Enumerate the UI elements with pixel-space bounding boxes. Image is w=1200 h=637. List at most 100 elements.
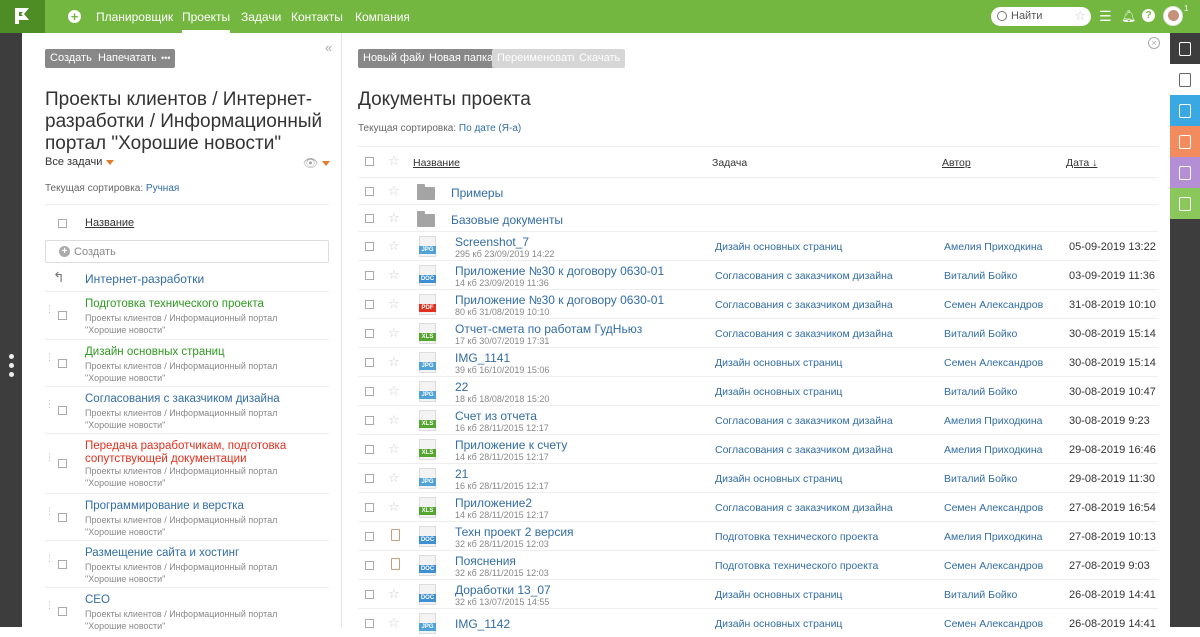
file-name[interactable]: Приложение №30 к договору 0630-01 [455,264,664,278]
file-row[interactable]: ☆ JPG IMG_1142 Дизайн основных страниц Семен… [358,608,1158,637]
file-name[interactable]: Доработки 13_07 [455,583,551,597]
row-checkbox[interactable] [365,387,374,396]
row-checkbox[interactable] [365,503,374,512]
folder-row[interactable]: ☆ Базовые документы [358,204,1158,231]
task-row[interactable]: ⋮ Подготовка технического проекта Проекты … [45,291,329,339]
task-row[interactable]: ⋮ Передача разработчикам, подготовка сопу… [45,433,329,493]
drag-handle-icon[interactable]: ⋮ [45,305,54,314]
drag-handle-icon[interactable]: ⋮ [45,554,54,563]
file-row[interactable]: ☆ JPG 22 18 кб 18/08/2018 15:20 Дизайн основ… [358,376,1158,405]
new-folder-button[interactable]: Новая папка [424,49,499,68]
parent-task-link[interactable]: Интернет-разработки [85,272,204,286]
file-author-link[interactable]: Виталий Бойко [944,589,1017,601]
file-row[interactable]: DOC Техн проект 2 версия 32 кб 28/11/2015 … [358,521,1158,550]
file-name[interactable]: Техн проект 2 версия [455,525,574,539]
file-task-link[interactable]: Дизайн основных страниц [715,589,842,601]
folder-name[interactable]: Базовые документы [451,213,563,227]
file-name[interactable]: IMG_1141 [455,351,510,365]
file-task-link[interactable]: Дизайн основных страниц [715,357,842,369]
star-icon[interactable]: ☆ [388,470,400,486]
task-title[interactable]: Программирование и верстка [85,500,320,513]
column-task-header[interactable]: Задача [712,157,747,169]
row-checkbox[interactable] [365,590,374,599]
note-attached-icon[interactable] [391,558,400,570]
right-tab-notes[interactable] [1170,157,1200,188]
file-name[interactable]: Приложение2 [455,496,532,510]
file-author-link[interactable]: Виталий Бойко [944,270,1017,282]
task-checkbox[interactable] [58,406,67,415]
file-task-link[interactable]: Согласования с заказчиком дизайна [715,299,893,311]
star-icon[interactable]: ☆ [388,383,400,399]
star-icon[interactable]: ☆ [388,210,400,226]
file-task-link[interactable]: Согласования с заказчиком дизайна [715,444,893,456]
row-checkbox[interactable] [365,358,374,367]
file-row[interactable]: ☆ JPG IMG_1141 39 кб 16/10/2019 15:06 Дизайн… [358,347,1158,376]
star-icon[interactable]: ☆ [388,183,400,199]
select-all-checkbox[interactable] [58,219,67,228]
right-tab-contacts[interactable] [1170,126,1200,157]
rename-button[interactable]: Переименовать [492,49,583,68]
task-title[interactable]: Передача разработчикам, подготовка сопут… [85,440,320,466]
file-author-link[interactable]: Виталий Бойко [944,473,1017,485]
file-row[interactable]: ☆ JPG 21 16 кб 28/11/2015 12:17 Дизайн основ… [358,463,1158,492]
task-row[interactable]: ⋮ Дизайн основных страниц Проекты клиентов… [45,339,329,386]
close-icon[interactable]: × [1148,37,1160,49]
star-icon[interactable]: ☆ [388,267,400,283]
file-author-link[interactable]: Семен Александров [944,357,1043,369]
up-level-arrow-icon[interactable]: ↰ [53,269,65,286]
task-title[interactable]: Дизайн основных страниц [85,346,320,359]
quick-add-icon[interactable]: + [68,10,81,23]
file-row[interactable]: ☆ JPG Screenshot_7 295 кб 23/09/2019 14:22 Д… [358,231,1158,260]
download-button[interactable]: Скачать [574,49,626,68]
file-author-link[interactable]: Амелия Приходкина [944,415,1043,427]
star-icon[interactable]: ☆ [388,586,400,602]
file-row[interactable]: ☆ XLS Приложение2 14 кб 28/11/2015 12:17 Сог… [358,492,1158,521]
file-author-link[interactable]: Виталий Бойко [944,386,1017,398]
task-checkbox[interactable] [58,459,67,468]
drag-handle-icon[interactable]: ⋮ [45,453,54,462]
help-icon[interactable]: ? [1142,9,1155,22]
folder-row[interactable]: ☆ Примеры [358,177,1158,204]
file-row[interactable]: DOC Пояснения 32 кб 28/11/2015 12:03 Подгот… [358,550,1158,579]
column-name-header[interactable]: Название [85,217,134,229]
star-icon[interactable]: ☆ [388,412,400,428]
row-checkbox[interactable] [365,242,374,251]
sort-value-link[interactable]: Ручная [146,183,179,194]
row-checkbox[interactable] [365,214,374,223]
row-checkbox[interactable] [365,329,374,338]
task-row[interactable]: ⋮ Программирование и верстка Проекты клиен… [45,493,329,540]
row-checkbox[interactable] [365,561,374,570]
file-task-link[interactable]: Согласования с заказчиком дизайна [715,328,893,340]
row-checkbox[interactable] [365,187,374,196]
task-row[interactable]: ⋮ СЕО Проекты клиентов / Информационный по… [45,587,329,637]
print-button[interactable]: Напечатать [93,49,162,68]
file-task-link[interactable]: Согласования с заказчиком дизайна [715,270,893,282]
star-icon[interactable]: ☆ [388,441,400,457]
file-author-link[interactable]: Семен Александров [944,560,1043,572]
file-name[interactable]: Приложение к счету [455,438,567,452]
row-checkbox[interactable] [365,416,374,425]
favorite-star-icon[interactable]: ☆ [1074,8,1086,24]
file-task-link[interactable]: Согласования с заказчиком дизайна [715,415,893,427]
folder-name[interactable]: Примеры [451,186,503,200]
app-logo[interactable] [0,0,45,33]
right-tab-tasks[interactable] [1170,95,1200,126]
row-checkbox[interactable] [365,271,374,280]
star-icon[interactable]: ☆ [388,296,400,312]
star-icon[interactable]: ☆ [388,325,400,341]
file-author-link[interactable]: Амелия Приходкина [944,241,1043,253]
create-button[interactable]: Создать [45,49,97,68]
file-author-link[interactable]: Семен Александров [944,618,1043,630]
file-row[interactable]: ☆ XLS Приложение к счету 14 кб 28/11/2015 1… [358,434,1158,463]
file-author-link[interactable]: Семен Александров [944,299,1043,311]
file-task-link[interactable]: Дизайн основных страниц [715,618,842,630]
right-tab-documents[interactable] [1170,64,1200,95]
file-task-link[interactable]: Дизайн основных страниц [715,241,842,253]
file-name[interactable]: IMG_1142 [455,617,510,631]
visibility-eye-icon[interactable]: 👁︎ [303,156,331,170]
file-row[interactable]: ☆ DOC Приложение №30 к договору 0630-01 14 … [358,260,1158,289]
task-checkbox[interactable] [58,560,67,569]
star-header-icon[interactable]: ☆ [388,153,400,169]
star-icon[interactable]: ☆ [388,238,400,254]
file-author-link[interactable]: Виталий Бойко [944,328,1017,340]
